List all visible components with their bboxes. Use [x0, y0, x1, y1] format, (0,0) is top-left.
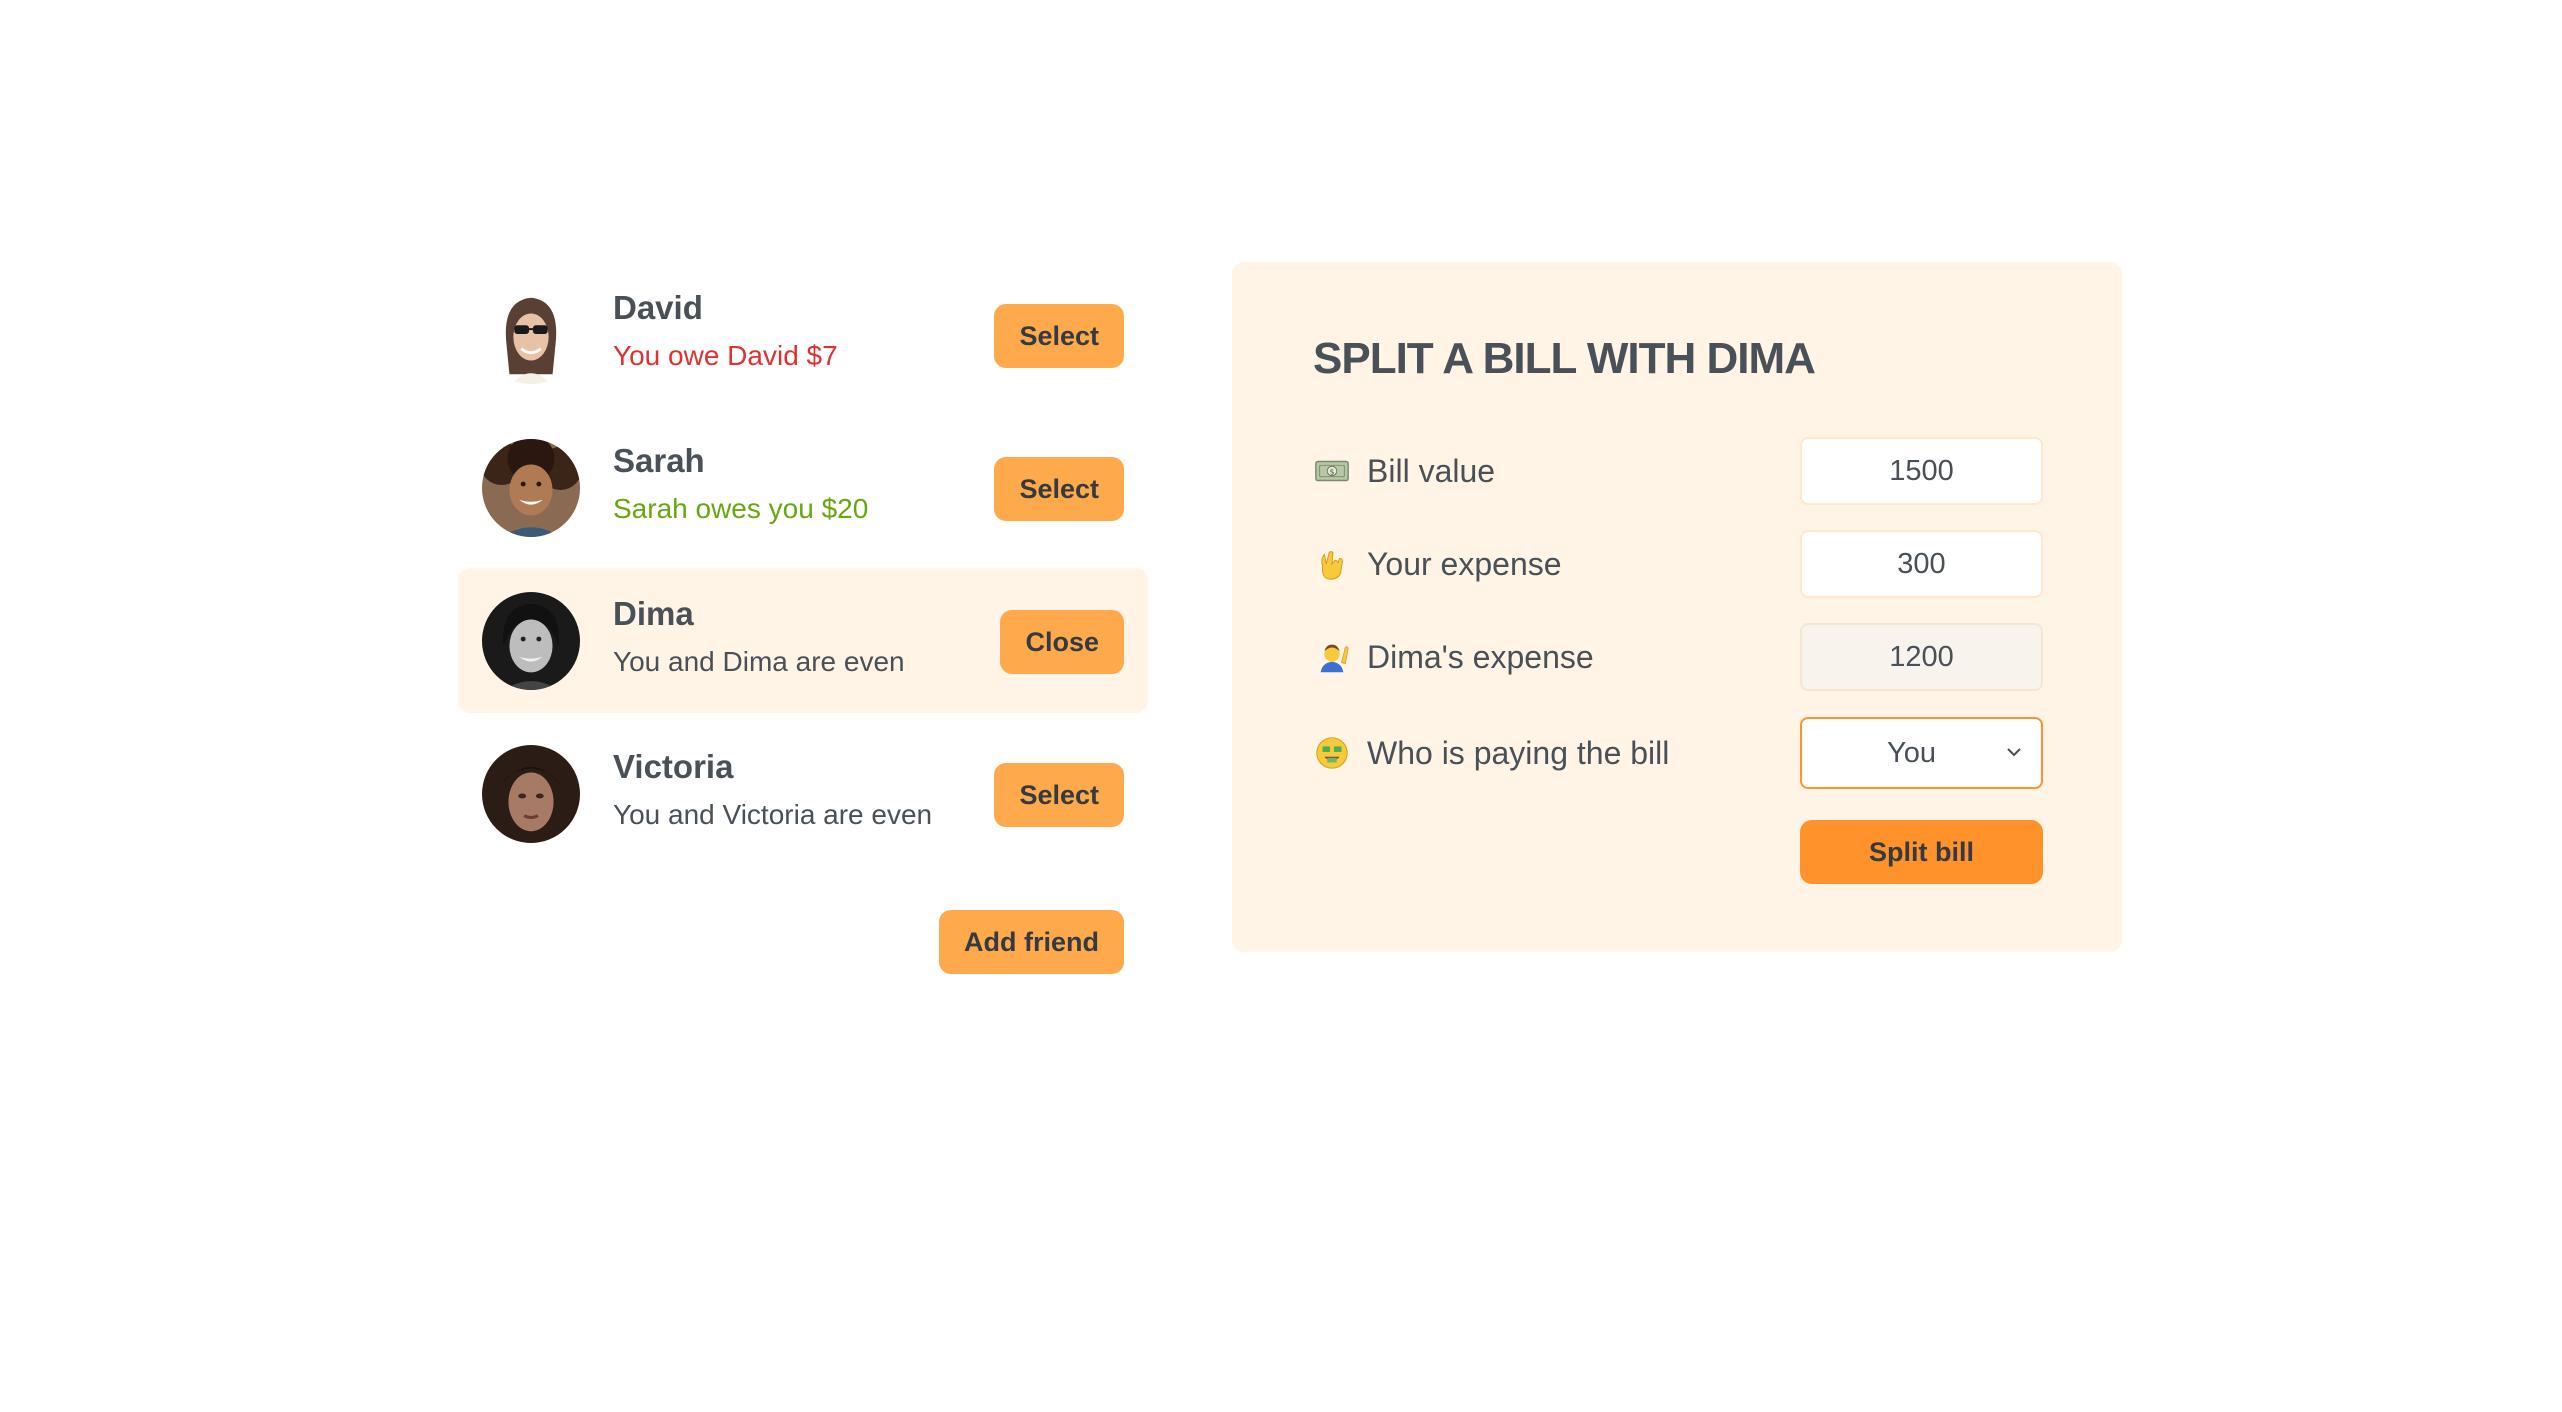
friend-item-sarah: Sarah Sarah owes you $20 Select [458, 415, 1148, 560]
friend-expense-label: Dima's expense [1313, 623, 1594, 691]
friend-balance: You and Victoria are even [613, 799, 933, 830]
app-container: David You owe David $7 Select Sarah Sara… [458, 262, 2122, 1022]
rock-hand-icon [1313, 545, 1351, 583]
your-expense-row: Your expense [1313, 530, 2043, 598]
svg-text:$: $ [1330, 467, 1335, 476]
friend-item-victoria: Victoria You and Victoria are even Selec… [458, 721, 1148, 866]
friend-list: David You owe David $7 Select Sarah Sara… [458, 262, 1148, 866]
chevron-down-icon [2007, 748, 2021, 757]
bill-value-input[interactable] [1800, 437, 2043, 505]
friend-name: Sarah [613, 442, 705, 479]
money-mouth-face-icon [1313, 734, 1351, 772]
avatar-david [482, 286, 580, 384]
avatar-dima [482, 592, 580, 690]
bill-value-label: $ Bill value [1313, 437, 1495, 505]
bill-value-text: Bill value [1367, 452, 1496, 489]
bill-value-row: $ Bill value [1313, 437, 2043, 505]
friends-sidebar: David You owe David $7 Select Sarah Sara… [458, 262, 1148, 974]
your-expense-label: Your expense [1313, 530, 1562, 598]
your-expense-text: Your expense [1367, 545, 1562, 582]
friend-balance: You and Dima are even [613, 646, 905, 677]
payer-row: Who is paying the bill You [1313, 717, 2043, 789]
money-bill-icon: $ [1313, 452, 1351, 490]
payer-label: Who is paying the bill [1313, 717, 1669, 789]
select-friend-button[interactable]: Select [994, 763, 1124, 827]
payer-text: Who is paying the bill [1367, 734, 1670, 771]
split-bill-button[interactable]: Split bill [1800, 820, 2043, 884]
friend-name: Dima [613, 595, 694, 632]
friend-item-david: David You owe David $7 Select [458, 262, 1148, 407]
payer-select[interactable]: You [1800, 717, 2043, 789]
friend-expense-text: Dima's expense [1367, 638, 1594, 675]
close-friend-button[interactable]: Close [1000, 610, 1124, 674]
add-friend-button[interactable]: Add friend [939, 910, 1124, 974]
select-friend-button[interactable]: Select [994, 457, 1124, 521]
friend-name: Victoria [613, 748, 734, 785]
friend-name: David [613, 289, 703, 326]
your-expense-input[interactable] [1800, 530, 2043, 598]
friend-balance: Sarah owes you $20 [613, 493, 869, 524]
person-raising-hand-icon [1313, 638, 1351, 676]
avatar-sarah [482, 439, 580, 537]
friend-expense-row: Dima's expense [1313, 623, 2043, 691]
split-bill-form: Split a bill with Dima $ Bill value [1232, 262, 2122, 952]
avatar-victoria [482, 745, 580, 843]
friend-item-dima: Dima You and Dima are even Close [458, 568, 1148, 713]
friend-balance: You owe David $7 [613, 340, 838, 371]
form-title: Split a bill with Dima [1313, 334, 1816, 383]
friend-expense-input [1800, 623, 2043, 691]
payer-selected-value: You [1887, 736, 1936, 769]
select-friend-button[interactable]: Select [994, 304, 1124, 368]
